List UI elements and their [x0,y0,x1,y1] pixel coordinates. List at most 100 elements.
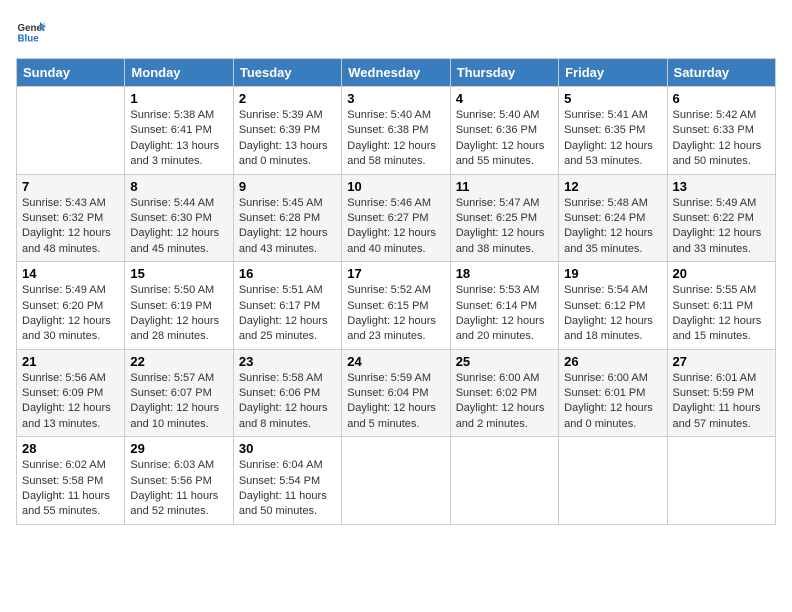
day-info: Sunrise: 6:03 AM Sunset: 5:56 PM Dayligh… [130,458,227,520]
day-info: Sunrise: 6:01 AM Sunset: 5:59 PM Dayligh… [673,371,770,433]
calendar-cell: 3 Sunrise: 5:40 AM Sunset: 6:38 PM Daylig… [342,87,450,175]
calendar-cell: 16 Sunrise: 5:51 AM Sunset: 6:17 PM Dayli… [233,262,341,350]
day-info: Sunrise: 5:59 AM Sunset: 6:04 PM Dayligh… [347,371,444,433]
logo-icon: General Blue [16,16,46,46]
calendar-week-row: 1 Sunrise: 5:38 AM Sunset: 6:41 PM Daylig… [17,87,776,175]
day-number: 14 [22,266,119,281]
day-info: Sunrise: 5:50 AM Sunset: 6:19 PM Dayligh… [130,283,227,345]
calendar-cell: 14 Sunrise: 5:49 AM Sunset: 6:20 PM Dayli… [17,262,125,350]
day-info: Sunrise: 5:46 AM Sunset: 6:27 PM Dayligh… [347,196,444,258]
day-info: Sunrise: 5:43 AM Sunset: 6:32 PM Dayligh… [22,196,119,258]
calendar-cell [450,437,558,525]
day-info: Sunrise: 5:57 AM Sunset: 6:07 PM Dayligh… [130,371,227,433]
header-saturday: Saturday [667,59,775,87]
day-number: 15 [130,266,227,281]
calendar-cell: 1 Sunrise: 5:38 AM Sunset: 6:41 PM Daylig… [125,87,233,175]
calendar-cell [342,437,450,525]
calendar-week-row: 7 Sunrise: 5:43 AM Sunset: 6:32 PM Daylig… [17,174,776,262]
calendar-cell: 12 Sunrise: 5:48 AM Sunset: 6:24 PM Dayli… [559,174,667,262]
calendar-cell: 28 Sunrise: 6:02 AM Sunset: 5:58 PM Dayli… [17,437,125,525]
calendar-table: SundayMondayTuesdayWednesdayThursdayFrid… [16,58,776,525]
calendar-cell [667,437,775,525]
day-info: Sunrise: 6:04 AM Sunset: 5:54 PM Dayligh… [239,458,336,520]
day-info: Sunrise: 6:02 AM Sunset: 5:58 PM Dayligh… [22,458,119,520]
day-info: Sunrise: 5:52 AM Sunset: 6:15 PM Dayligh… [347,283,444,345]
day-number: 10 [347,179,444,194]
day-info: Sunrise: 5:58 AM Sunset: 6:06 PM Dayligh… [239,371,336,433]
calendar-cell: 9Sunrise: 5:45 AM Sunset: 6:28 PM Daylig… [233,174,341,262]
day-number: 19 [564,266,661,281]
calendar-cell: 30 Sunrise: 6:04 AM Sunset: 5:54 PM Dayli… [233,437,341,525]
calendar-cell: 4Sunrise: 5:40 AM Sunset: 6:36 PM Daylig… [450,87,558,175]
day-number: 16 [239,266,336,281]
calendar-cell: 13 Sunrise: 5:49 AM Sunset: 6:22 PM Dayli… [667,174,775,262]
day-number: 26 [564,354,661,369]
calendar-cell [559,437,667,525]
header-wednesday: Wednesday [342,59,450,87]
calendar-week-row: 14 Sunrise: 5:49 AM Sunset: 6:20 PM Dayli… [17,262,776,350]
day-info: Sunrise: 5:41 AM Sunset: 6:35 PM Dayligh… [564,108,661,170]
calendar-cell: 6Sunrise: 5:42 AM Sunset: 6:33 PM Daylig… [667,87,775,175]
day-number: 11 [456,179,553,194]
calendar-cell: 24 Sunrise: 5:59 AM Sunset: 6:04 PM Dayli… [342,349,450,437]
calendar-cell: 21Sunrise: 5:56 AM Sunset: 6:09 PM Dayli… [17,349,125,437]
day-number: 13 [673,179,770,194]
day-info: Sunrise: 5:53 AM Sunset: 6:14 PM Dayligh… [456,283,553,345]
calendar-week-row: 28 Sunrise: 6:02 AM Sunset: 5:58 PM Dayli… [17,437,776,525]
calendar-cell: 2Sunrise: 5:39 AM Sunset: 6:39 PM Daylig… [233,87,341,175]
calendar-cell: 18 Sunrise: 5:53 AM Sunset: 6:14 PM Dayli… [450,262,558,350]
calendar-cell: 15 Sunrise: 5:50 AM Sunset: 6:19 PM Dayli… [125,262,233,350]
day-number: 1 [130,91,227,106]
page-header: General Blue [16,16,776,46]
calendar-header-row: SundayMondayTuesdayWednesdayThursdayFrid… [17,59,776,87]
day-number: 25 [456,354,553,369]
calendar-cell: 23Sunrise: 5:58 AM Sunset: 6:06 PM Dayli… [233,349,341,437]
day-info: Sunrise: 6:00 AM Sunset: 6:02 PM Dayligh… [456,371,553,433]
day-info: Sunrise: 5:39 AM Sunset: 6:39 PM Dayligh… [239,108,336,170]
calendar-cell [17,87,125,175]
day-info: Sunrise: 5:55 AM Sunset: 6:11 PM Dayligh… [673,283,770,345]
calendar-cell: 29 Sunrise: 6:03 AM Sunset: 5:56 PM Dayli… [125,437,233,525]
day-number: 6 [673,91,770,106]
day-number: 7 [22,179,119,194]
calendar-cell: 11 Sunrise: 5:47 AM Sunset: 6:25 PM Dayli… [450,174,558,262]
day-number: 5 [564,91,661,106]
day-info: Sunrise: 5:56 AM Sunset: 6:09 PM Dayligh… [22,371,119,433]
header-tuesday: Tuesday [233,59,341,87]
day-info: Sunrise: 6:00 AM Sunset: 6:01 PM Dayligh… [564,371,661,433]
calendar-cell: 17Sunrise: 5:52 AM Sunset: 6:15 PM Dayli… [342,262,450,350]
day-number: 27 [673,354,770,369]
header-monday: Monday [125,59,233,87]
day-number: 8 [130,179,227,194]
calendar-cell: 5 Sunrise: 5:41 AM Sunset: 6:35 PM Daylig… [559,87,667,175]
day-info: Sunrise: 5:47 AM Sunset: 6:25 PM Dayligh… [456,196,553,258]
day-number: 18 [456,266,553,281]
day-info: Sunrise: 5:38 AM Sunset: 6:41 PM Dayligh… [130,108,227,170]
day-info: Sunrise: 5:49 AM Sunset: 6:22 PM Dayligh… [673,196,770,258]
calendar-cell: 20 Sunrise: 5:55 AM Sunset: 6:11 PM Dayli… [667,262,775,350]
day-number: 30 [239,441,336,456]
calendar-cell: 22 Sunrise: 5:57 AM Sunset: 6:07 PM Dayli… [125,349,233,437]
day-number: 20 [673,266,770,281]
day-info: Sunrise: 5:51 AM Sunset: 6:17 PM Dayligh… [239,283,336,345]
day-number: 3 [347,91,444,106]
day-info: Sunrise: 5:48 AM Sunset: 6:24 PM Dayligh… [564,196,661,258]
svg-text:Blue: Blue [18,34,40,45]
day-number: 24 [347,354,444,369]
day-info: Sunrise: 5:40 AM Sunset: 6:36 PM Dayligh… [456,108,553,170]
day-number: 9 [239,179,336,194]
calendar-cell: 10 Sunrise: 5:46 AM Sunset: 6:27 PM Dayli… [342,174,450,262]
header-thursday: Thursday [450,59,558,87]
logo: General Blue [16,16,50,46]
day-info: Sunrise: 5:44 AM Sunset: 6:30 PM Dayligh… [130,196,227,258]
calendar-week-row: 21Sunrise: 5:56 AM Sunset: 6:09 PM Dayli… [17,349,776,437]
header-sunday: Sunday [17,59,125,87]
day-info: Sunrise: 5:54 AM Sunset: 6:12 PM Dayligh… [564,283,661,345]
calendar-cell: 26 Sunrise: 6:00 AM Sunset: 6:01 PM Dayli… [559,349,667,437]
day-number: 12 [564,179,661,194]
day-info: Sunrise: 5:40 AM Sunset: 6:38 PM Dayligh… [347,108,444,170]
day-info: Sunrise: 5:49 AM Sunset: 6:20 PM Dayligh… [22,283,119,345]
day-number: 29 [130,441,227,456]
day-number: 22 [130,354,227,369]
day-number: 28 [22,441,119,456]
